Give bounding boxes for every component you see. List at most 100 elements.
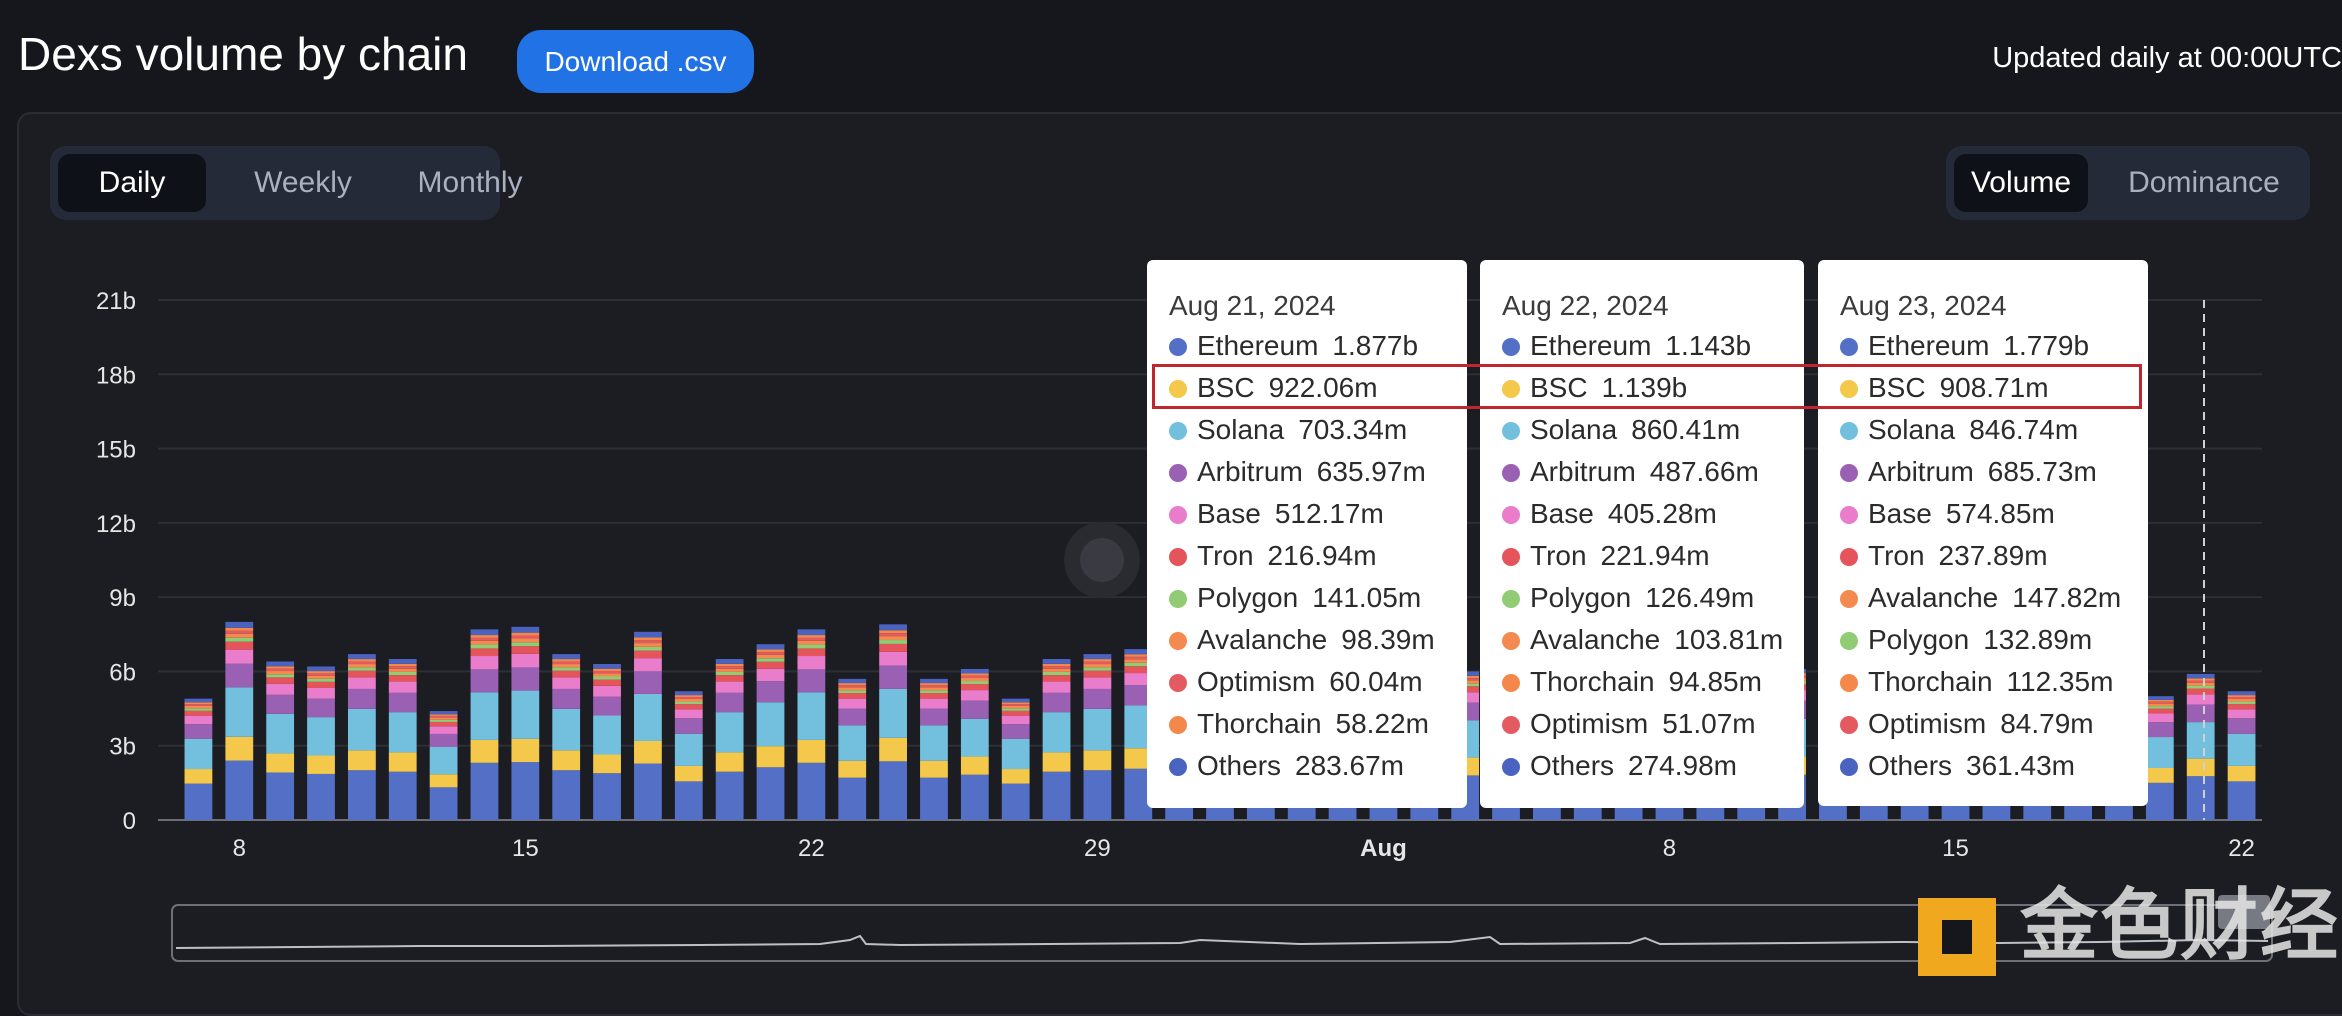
tooltip-series-name: Thorchain [1530, 666, 1655, 697]
bar-segment-thorchain [429, 714, 458, 716]
tooltip-series-name: Optimism [1530, 708, 1649, 739]
bar-segment-arbitrum [307, 698, 335, 718]
bar-stack[interactable] [715, 659, 744, 820]
bar-segment-avalanche [266, 671, 295, 675]
bar-segment-tron [347, 670, 376, 678]
tooltip-series-value: 147.82m [2012, 582, 2122, 613]
bar-segment-optimism [715, 666, 744, 669]
series-dot-icon [1840, 758, 1858, 776]
bar-segment-polygon [470, 644, 499, 649]
bar-segment-ethereum [511, 762, 540, 820]
bar-segment-avalanche [184, 705, 213, 709]
bar-segment-others [1042, 659, 1071, 664]
bar-segment-polygon [920, 690, 948, 693]
bar-stack[interactable] [2227, 691, 2256, 820]
bar-segment-arbitrum [347, 688, 376, 709]
x-tick-label: 22 [798, 835, 825, 862]
bar-segment-thorchain [593, 668, 621, 672]
bar-segment-thorchain [347, 659, 376, 662]
bar-segment-polygon [347, 667, 376, 671]
bar-stack[interactable] [797, 629, 826, 820]
bar-segment-base [756, 668, 785, 682]
bar-segment-ethereum [470, 762, 499, 820]
bar-stack[interactable] [552, 654, 581, 820]
series-dot-icon [1502, 548, 1520, 566]
bar-segment-solana [2186, 722, 2215, 759]
bar-segment-avalanche [756, 654, 785, 659]
tooltip-date: Aug 23, 2024 [1840, 290, 2007, 321]
bar-segment-optimism [797, 637, 826, 641]
bar-stack[interactable] [388, 659, 417, 820]
bar-segment-polygon [634, 646, 662, 651]
bar-stack[interactable] [266, 661, 295, 820]
bar-segment-tron [838, 692, 867, 699]
tooltip-series-name: Tron [1530, 540, 1587, 571]
bar-segment-tron [634, 650, 662, 659]
tooltip-series-value: 846.74m [1969, 414, 2079, 445]
bar-segment-avalanche [797, 640, 826, 645]
bar-segment-tron [674, 704, 703, 710]
bar-stack[interactable] [756, 644, 785, 820]
bar-segment-avalanche [674, 698, 703, 702]
bar-stack[interactable] [347, 654, 376, 820]
bar-segment-base [2227, 709, 2256, 719]
bar-segment-avalanche [511, 638, 540, 643]
bar-stack[interactable] [1083, 654, 1112, 820]
bar-segment-ethereum [838, 777, 867, 820]
bar-segment-ethereum [593, 773, 621, 820]
bar-stack[interactable] [634, 631, 662, 820]
bar-segment-bsc [756, 746, 785, 768]
bar-stack[interactable] [470, 629, 499, 820]
bar-segment-optimism [2145, 701, 2174, 704]
bar-segment-base [552, 677, 581, 689]
bar-stack[interactable] [960, 668, 989, 820]
series-dot-icon [1840, 716, 1858, 734]
tooltip-row-arbitrum: Arbitrum 487.66m [1502, 454, 1759, 490]
bar-segment-solana [879, 688, 907, 738]
bar-stack[interactable] [674, 691, 703, 820]
bar-segment-optimism [674, 697, 703, 699]
bar-segment-thorchain [756, 649, 785, 653]
tooltip-series-name: Optimism [1197, 666, 1316, 697]
bar-stack[interactable] [1001, 698, 1030, 820]
bar-segment-tron [1083, 670, 1112, 678]
bar-stack[interactable] [184, 698, 213, 820]
bar-stack[interactable] [225, 621, 254, 820]
bar-stack[interactable] [2145, 696, 2174, 820]
tooltip-series-name: Arbitrum [1530, 456, 1636, 487]
bar-segment-optimism [593, 671, 621, 674]
bar-segment-base [388, 681, 417, 693]
bar-segment-base [184, 715, 213, 725]
bar-segment-avalanche [388, 668, 417, 672]
bar-stack[interactable] [593, 664, 621, 820]
bar-segment-thorchain [184, 702, 213, 705]
tooltip-series-value: 574.85m [1945, 498, 2055, 529]
bar-segment-ethereum [1083, 770, 1112, 820]
bar-stack[interactable] [307, 666, 335, 820]
series-dot-icon [1840, 632, 1858, 650]
series-dot-icon [1502, 758, 1520, 776]
bar-segment-avalanche [593, 673, 621, 677]
bar-stack[interactable] [511, 626, 540, 820]
series-dot-icon [1169, 506, 1187, 524]
bar-segment-base [593, 685, 621, 697]
bar-stack[interactable] [1042, 659, 1071, 820]
bar-segment-tron [593, 679, 621, 686]
bar-segment-avalanche [1042, 668, 1071, 672]
bar-stack[interactable] [429, 711, 458, 820]
bar-segment-base [225, 649, 254, 664]
bar-segment-arbitrum [674, 718, 703, 734]
bar-stack[interactable] [879, 624, 907, 820]
tooltip-series-name: Others [1197, 750, 1282, 781]
tooltip-series-value: 126.49m [1645, 582, 1755, 613]
tooltip-row-avalanche: Avalanche 103.81m [1502, 622, 1783, 658]
bar-segment-bsc [1001, 769, 1030, 784]
bar-stack[interactable] [838, 678, 867, 820]
bar-stack[interactable] [920, 678, 948, 820]
bar-segment-solana [307, 717, 335, 756]
y-tick-label: 9b [109, 585, 136, 612]
bar-segment-thorchain [2145, 699, 2174, 702]
y-tick-label: 15b [96, 437, 136, 464]
bar-stack[interactable] [2186, 673, 2215, 820]
bar-segment-optimism [838, 685, 867, 688]
